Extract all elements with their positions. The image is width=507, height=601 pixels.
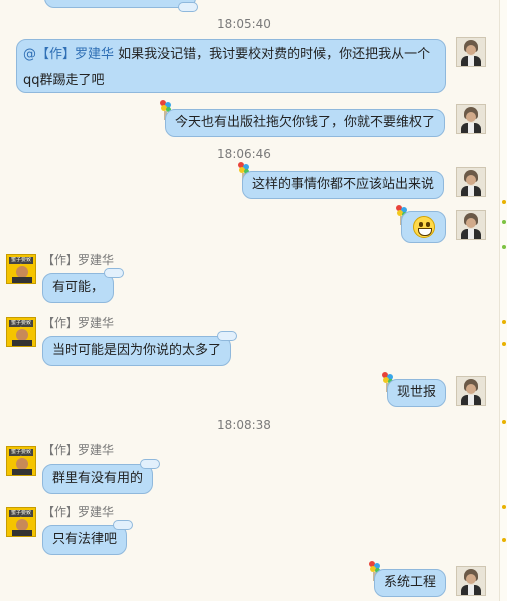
partial-message-bubble xyxy=(44,0,196,8)
message-bubble-self[interactable]: 系统工程 xyxy=(374,569,447,597)
message-bubble-self[interactable]: 现世报 xyxy=(387,379,447,407)
avatar-self[interactable] xyxy=(456,376,486,406)
message-bubble-self[interactable] xyxy=(401,211,446,243)
sender-name: 【作】罗建华 xyxy=(42,505,115,519)
avatar-other[interactable]: 蜜子要致富 xyxy=(6,254,36,284)
message-bubble-other[interactable]: 有可能， xyxy=(42,273,115,303)
green-marker-icon xyxy=(502,220,506,224)
side-panel-edge xyxy=(499,0,507,601)
bubble-cloud-decoration xyxy=(104,268,124,278)
message-bubble-other[interactable]: 群里有没有用的 xyxy=(42,464,154,494)
timestamp: 18:08:38 xyxy=(217,418,271,432)
star-icon xyxy=(502,200,506,204)
star-icon xyxy=(502,420,506,424)
bubble-cloud-decoration xyxy=(178,2,198,12)
message-bubble-self[interactable]: 今天也有出版社拖欠你钱了，你就不要维权了 xyxy=(165,109,446,137)
avatar-self[interactable] xyxy=(456,37,486,67)
avatar-self[interactable] xyxy=(456,566,486,596)
message-text: 今天也有出版社拖欠你钱了，你就不要维权了 xyxy=(175,115,436,130)
grin-emoji-icon xyxy=(413,215,435,238)
bubble-cloud-decoration xyxy=(140,459,160,469)
avatar-other[interactable]: 蜜子要致富 xyxy=(6,507,36,537)
star-icon xyxy=(502,538,506,542)
green-marker-icon xyxy=(502,245,506,249)
message-bubble-other[interactable]: 当时可能是因为你说的太多了 xyxy=(42,336,232,366)
avatar-other[interactable]: 蜜子要致富 xyxy=(6,446,36,476)
avatar-self[interactable] xyxy=(456,167,486,197)
bubble-cloud-decoration xyxy=(217,331,237,341)
message-bubble-self[interactable]: @【作】罗建华 如果我没记错，我讨要校对费的时候，你还把我从一个qq群踢走了吧 xyxy=(16,39,446,93)
message-text: 有可能， xyxy=(52,280,105,295)
sender-name: 【作】罗建华 xyxy=(42,253,115,267)
bubble-cloud-decoration xyxy=(113,520,133,530)
avatar-other[interactable]: 蜜子要致富 xyxy=(6,317,36,347)
message-text: 这样的事情你都不应该站出来说 xyxy=(252,177,435,192)
star-icon xyxy=(502,505,506,509)
sender-name: 【作】罗建华 xyxy=(42,443,115,457)
message-bubble-self[interactable]: 这样的事情你都不应该站出来说 xyxy=(242,171,445,199)
message-text: 现世报 xyxy=(397,385,437,400)
mention-link[interactable]: @【作】罗建华 xyxy=(23,47,114,62)
chat-history[interactable]: 18:05:40 @【作】罗建华 如果我没记错，我讨要校对费的时候，你还把我从一… xyxy=(0,0,500,601)
message-text: 当时可能是因为你说的太多了 xyxy=(52,343,222,358)
timestamp: 18:06:46 xyxy=(217,147,271,161)
timestamp: 18:05:40 xyxy=(217,17,271,31)
message-bubble-other[interactable]: 只有法律吧 xyxy=(42,525,128,555)
star-icon xyxy=(502,342,506,346)
message-text: 只有法律吧 xyxy=(52,532,118,547)
message-text: 群里有没有用的 xyxy=(52,471,144,486)
avatar-self[interactable] xyxy=(456,104,486,134)
message-text: 系统工程 xyxy=(384,575,437,590)
sender-name: 【作】罗建华 xyxy=(42,316,115,330)
star-icon xyxy=(502,320,506,324)
avatar-self[interactable] xyxy=(456,210,486,240)
